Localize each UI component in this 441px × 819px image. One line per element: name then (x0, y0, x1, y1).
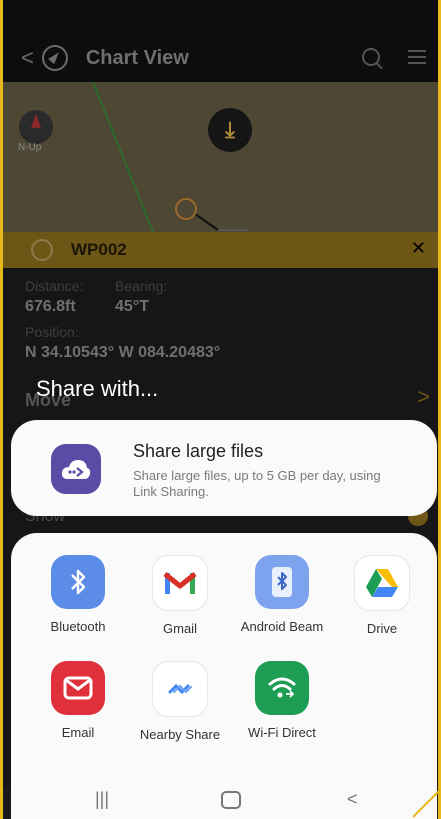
map-route-line (92, 82, 248, 232)
share-large-files-card[interactable]: Share large files Share large files, up … (11, 420, 437, 516)
home-button[interactable] (221, 791, 241, 809)
system-nav-bar: ||| < (11, 777, 437, 819)
email-icon (51, 661, 105, 715)
cloud-share-icon (51, 444, 101, 494)
share-target-label: Bluetooth (50, 619, 106, 634)
center-target-icon[interactable]: ⤓ (208, 108, 252, 152)
share-target-android-beam[interactable]: Android Beam (237, 555, 327, 635)
recents-button[interactable]: ||| (95, 789, 109, 810)
nearby-share-icon (152, 661, 208, 717)
waypoint-marker[interactable] (175, 198, 197, 220)
share-target-nearby-share[interactable]: Nearby Share (135, 661, 225, 743)
position-value: N 34.10543° W 084.20483° (25, 344, 221, 361)
compass-icon[interactable] (41, 45, 68, 71)
app-title-bar: < Chart View (3, 36, 438, 80)
share-target-label: Nearby Share (139, 727, 221, 742)
wifi-direct-icon (255, 661, 309, 715)
share-large-files-subtitle: Share large files, up to 5 GB per day, u… (133, 468, 381, 499)
share-target-label: Gmail (163, 621, 197, 636)
share-sheet-title: Share with... (36, 376, 159, 401)
position-label: Position: (25, 324, 79, 340)
share-apps-panel: Bluetooth Gmail Android Beam Drive Email… (11, 533, 437, 777)
distance-value: 676.8ft (25, 298, 76, 315)
drive-icon (354, 555, 410, 611)
share-target-gmail[interactable]: Gmail (135, 555, 225, 637)
search-icon[interactable] (362, 48, 380, 66)
bearing-label: Bearing: (115, 278, 168, 294)
app-title: Chart View (85, 46, 189, 69)
android-beam-icon (255, 555, 309, 609)
share-target-label: Wi-Fi Direct (248, 725, 316, 740)
bearing-value: 45°T (115, 298, 149, 315)
back-button[interactable]: < (347, 789, 358, 810)
share-target-wifi-direct[interactable]: Wi-Fi Direct (237, 661, 327, 741)
share-target-label: Email (61, 725, 95, 740)
bluetooth-icon (51, 555, 105, 609)
waypoint-bar: WP002 ✕ (3, 232, 438, 268)
share-target-bluetooth[interactable]: Bluetooth (33, 555, 123, 635)
share-target-label: Android Beam (240, 619, 324, 634)
frame-corner-decoration (412, 790, 440, 818)
menu-icon[interactable] (408, 50, 426, 64)
share-large-files-title: Share large files (133, 441, 264, 461)
close-icon[interactable]: ✕ (411, 238, 426, 259)
share-target-email[interactable]: Email (33, 661, 123, 741)
chart-map[interactable]: ⤓ (3, 82, 438, 232)
back-chevron-icon[interactable]: < (21, 45, 34, 71)
share-target-drive[interactable]: Drive (337, 555, 427, 637)
distance-label: Distance: (25, 278, 84, 294)
gmail-icon (152, 555, 208, 611)
share-target-label: Drive (366, 621, 398, 636)
north-up-icon[interactable] (19, 110, 53, 144)
waypoint-name: WP002 (71, 240, 127, 259)
waypoint-radio[interactable] (31, 239, 53, 261)
chevron-right-icon[interactable]: > (417, 384, 430, 410)
north-up-label: N-Up (18, 142, 42, 153)
